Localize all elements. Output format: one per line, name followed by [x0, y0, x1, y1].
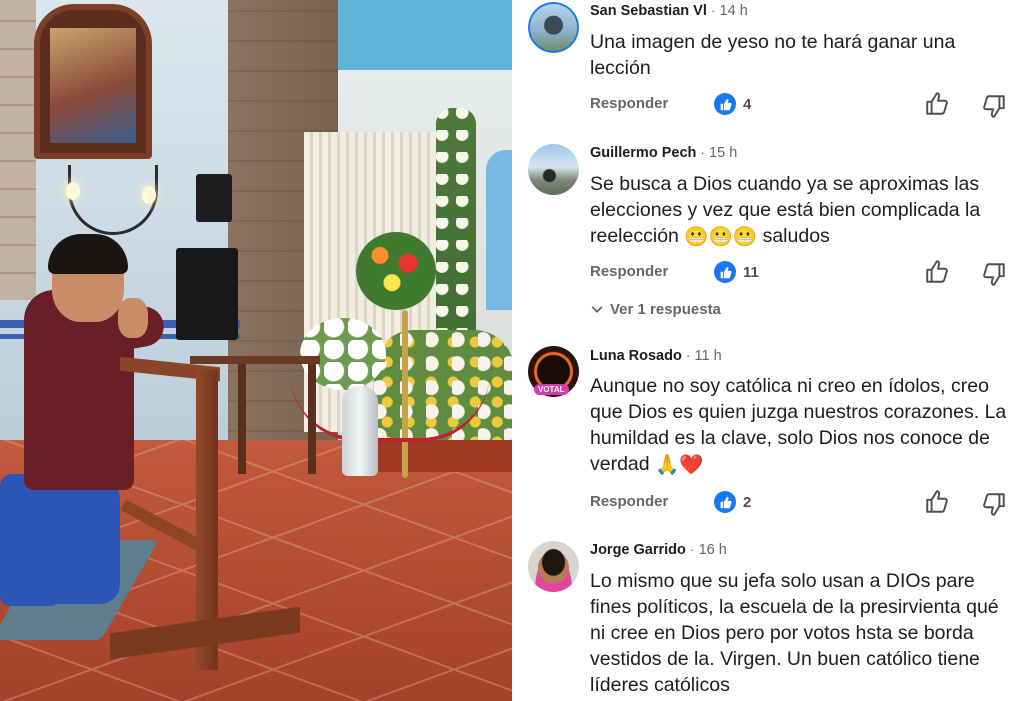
- lamp-bulb: [66, 182, 80, 200]
- reply-button[interactable]: Responder: [590, 263, 668, 280]
- like-count: 4: [714, 93, 751, 115]
- table-leg: [238, 364, 246, 474]
- avatar-photo-icon: [528, 144, 579, 195]
- comment-time: 14 h: [719, 3, 748, 19]
- chevron-down-icon: [591, 306, 603, 313]
- avatar-photo-icon: [528, 541, 579, 592]
- praying-hands: [118, 298, 148, 338]
- avatar[interactable]: [528, 2, 579, 53]
- thumbs-down-icon[interactable]: [981, 93, 1007, 119]
- stone-wall-left: [0, 0, 36, 300]
- comment-meta: Luna Rosado · 11 h: [590, 347, 722, 364]
- comment-time: 11 h: [694, 348, 722, 364]
- thumbs-up-icon[interactable]: [924, 489, 950, 515]
- author-name[interactable]: Guillermo Pech: [590, 145, 696, 161]
- like-badge-icon: [714, 93, 736, 115]
- avatar[interactable]: [528, 144, 579, 195]
- comment-text-body: Aunque no soy católica ni creo en ídolos…: [590, 375, 1007, 475]
- reply-button[interactable]: Responder: [590, 95, 668, 112]
- comment-time: 16 h: [698, 542, 727, 558]
- avatar[interactable]: [528, 541, 579, 592]
- like-badge-icon: [714, 261, 736, 283]
- blue-ceiling-strip: [338, 0, 512, 70]
- comment-meta: San Sebastian Vl · 14 h: [590, 2, 748, 19]
- post-photo[interactable]: [0, 0, 512, 701]
- table-leg: [308, 364, 316, 474]
- comment-meta: Guillermo Pech · 15 h: [590, 144, 738, 161]
- author-name[interactable]: Jorge Garrido: [590, 542, 686, 558]
- small-speaker: [196, 174, 232, 222]
- lamp-bulb: [142, 186, 156, 204]
- like-count-value: 4: [743, 95, 752, 113]
- like-badge-icon: [714, 491, 736, 513]
- comment-actions: Responder 11: [590, 259, 1015, 287]
- comment-actions: Responder 4: [590, 91, 1015, 119]
- author-name[interactable]: Luna Rosado: [590, 348, 682, 364]
- pray-heart-emoji-icon: 🙏❤️: [655, 453, 704, 476]
- comment-text: Lo mismo que su jefa solo usan a DIOs pa…: [590, 570, 999, 696]
- blue-arch: [486, 150, 512, 310]
- large-speaker: [176, 248, 238, 340]
- reply-button[interactable]: Responder: [590, 493, 668, 510]
- like-count-value: 2: [743, 493, 752, 511]
- comment-text: Se busca a Dios cuando ya se aproximas l…: [590, 171, 1015, 250]
- comments-panel: San Sebastian Vl · 14 h Una imagen de yeso…: [512, 0, 1025, 701]
- comment-meta: Jorge Garrido · 16 h: [590, 541, 727, 558]
- see-replies-link[interactable]: Ver 1 respuesta: [590, 301, 721, 318]
- avatar-badge: VOTAL: [534, 384, 569, 395]
- religious-painting: [34, 4, 152, 159]
- wooden-table: [190, 356, 320, 364]
- grimace-emoji-icon: 😬😬😬: [684, 225, 758, 248]
- comment-text-tail: saludos: [762, 225, 830, 247]
- thumbs-up-icon[interactable]: [924, 259, 950, 285]
- like-count-value: 11: [743, 263, 759, 281]
- comment-actions: Responder 2: [590, 489, 1015, 517]
- like-count: 2: [714, 491, 751, 513]
- comment-text: Aunque no soy católica ni creo en ídolos…: [590, 373, 1015, 478]
- avatar-photo-icon: [528, 2, 579, 53]
- see-replies-label: Ver 1 respuesta: [610, 301, 721, 318]
- thumbs-up-icon[interactable]: [924, 91, 950, 117]
- comment-time: 15 h: [709, 145, 738, 161]
- thumbs-down-icon[interactable]: [981, 491, 1007, 517]
- vase: [342, 386, 378, 476]
- comment-text: Una imagen de yeso no te hará ganar una …: [590, 31, 956, 79]
- like-count: 11: [714, 261, 759, 283]
- thumbs-down-icon[interactable]: [981, 261, 1007, 287]
- person-shin: [0, 560, 60, 606]
- flower-bouquet: [356, 232, 436, 310]
- author-name[interactable]: San Sebastian Vl: [590, 3, 707, 19]
